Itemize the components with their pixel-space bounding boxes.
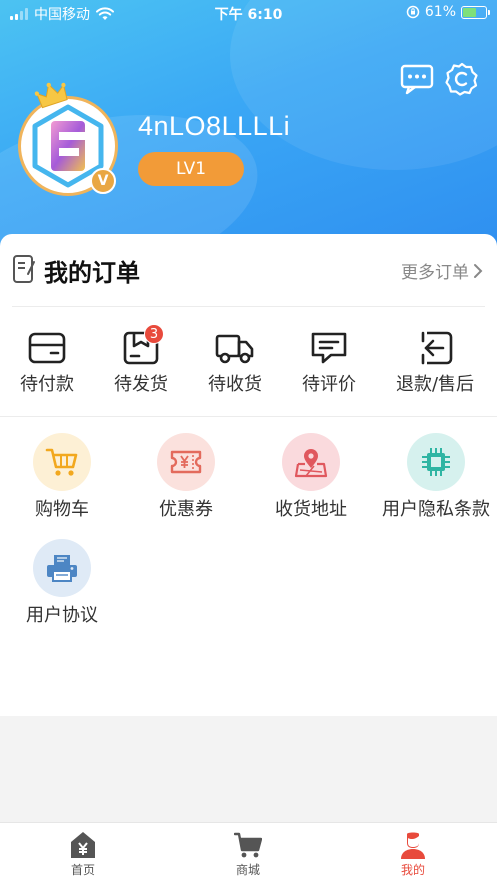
more-orders-label: 更多订单 xyxy=(401,263,469,283)
order-status-unpaid[interactable]: 待付款 xyxy=(0,330,94,396)
service-label: 购物车 xyxy=(35,499,89,520)
service-coupon[interactable]: 优惠券 xyxy=(126,433,246,521)
order-status-to-review[interactable]: 待评价 xyxy=(282,330,376,396)
service-label: 用户协议 xyxy=(26,605,98,626)
order-list-icon xyxy=(13,255,35,283)
comment-icon xyxy=(311,332,347,364)
coupon-icon xyxy=(157,433,215,491)
status-bar: 中国移动 下午 6:10 61% xyxy=(0,0,497,26)
settings-icon[interactable] xyxy=(445,62,479,96)
account-card: 我的订单 更多订单 待付款 3 待发货 待收货 待评价 退款/售后 购物车 优惠… xyxy=(0,234,497,716)
service-label: 用户隐私条款 xyxy=(382,499,490,520)
chevron-right-icon xyxy=(474,263,483,278)
service-cart[interactable]: 购物车 xyxy=(2,433,122,521)
message-icon[interactable] xyxy=(400,62,434,96)
cart-icon xyxy=(234,832,262,858)
home-icon xyxy=(71,832,95,858)
more-orders-link[interactable]: 更多订单 xyxy=(401,258,483,283)
map-pin-icon xyxy=(282,433,340,491)
divider xyxy=(12,306,485,307)
profile-icon xyxy=(401,832,425,859)
battery-icon xyxy=(461,5,490,19)
vip-badge: V xyxy=(90,168,116,194)
profile-header: 中国移动 下午 6:10 61% F V 4nLO8LLLLi LV1 xyxy=(0,0,497,250)
printer-icon xyxy=(33,539,91,597)
service-user-agreement[interactable]: 用户协议 xyxy=(2,539,122,627)
tab-mall[interactable]: 商城 xyxy=(198,831,298,878)
service-label: 优惠券 xyxy=(159,499,213,520)
service-label: 收货地址 xyxy=(275,499,347,520)
chip-icon xyxy=(407,433,465,491)
tab-label: 首页 xyxy=(70,863,95,877)
tab-home[interactable]: 首页 xyxy=(33,831,133,878)
order-status-to-receive[interactable]: 待收货 xyxy=(188,330,282,396)
username: 4nLO8LLLLi xyxy=(138,111,291,141)
bottom-tab-bar: 首页 商城 我的 xyxy=(0,822,497,883)
order-status-label: 退款/售后 xyxy=(395,374,475,395)
orientation-lock-icon xyxy=(406,5,420,19)
order-status-row: 待付款 3 待发货 待收货 待评价 退款/售后 xyxy=(0,324,497,400)
order-status-label: 待收货 xyxy=(208,374,262,395)
tab-label: 我的 xyxy=(400,863,425,877)
wallet-icon xyxy=(28,332,66,364)
divider xyxy=(0,416,497,417)
order-status-to-ship[interactable]: 3 待发货 xyxy=(94,324,188,396)
level-badge: LV1 xyxy=(138,152,244,186)
truck-icon xyxy=(215,334,254,364)
return-icon xyxy=(421,331,453,365)
order-status-label: 待付款 xyxy=(20,374,74,395)
battery-percent: 61% xyxy=(424,4,456,20)
svg-text:F: F xyxy=(68,178,69,180)
tab-mine[interactable]: 我的 xyxy=(363,831,463,878)
order-count-badge: 3 xyxy=(144,324,164,344)
avatar[interactable]: F V xyxy=(18,82,118,196)
orders-header: 我的订单 更多订单 xyxy=(0,234,497,304)
cart-icon xyxy=(33,433,91,491)
order-status-refund[interactable]: 退款/售后 xyxy=(388,330,482,396)
tab-label: 商城 xyxy=(235,863,260,877)
service-privacy[interactable]: 用户隐私条款 xyxy=(376,433,496,521)
orders-title: 我的订单 xyxy=(44,259,140,287)
service-address[interactable]: 收货地址 xyxy=(251,433,371,521)
order-status-label: 待发货 xyxy=(114,374,168,395)
order-status-label: 待评价 xyxy=(302,374,356,395)
